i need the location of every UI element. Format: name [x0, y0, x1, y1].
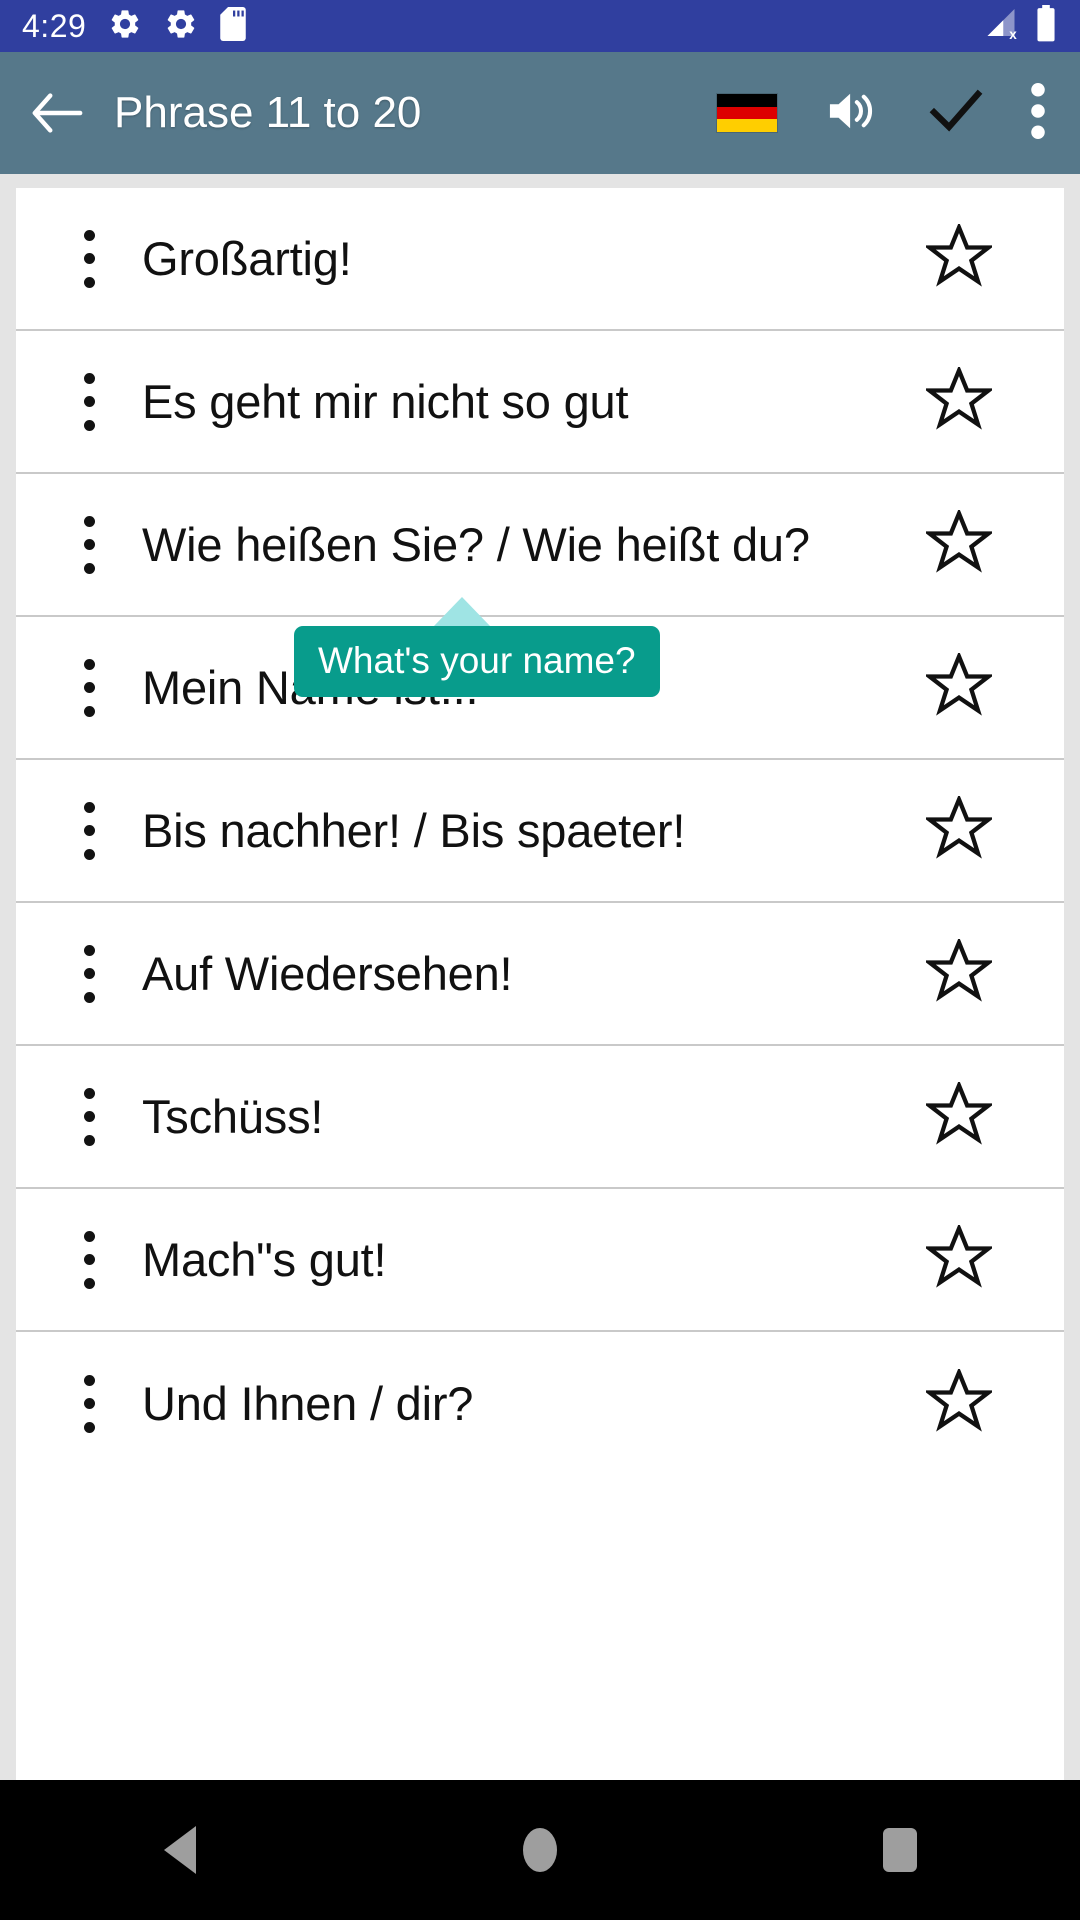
- speaker-icon[interactable]: [824, 86, 882, 141]
- kebab-dot: [83, 1111, 95, 1122]
- app-bar: Phrase 11 to 20: [0, 52, 1080, 174]
- phrase-row[interactable]: Es geht mir nicht so gut: [16, 331, 1064, 474]
- phrase-text: Es geht mir nicht so gut: [142, 375, 629, 428]
- back-button[interactable]: [26, 82, 88, 144]
- favorite-star-icon[interactable]: [923, 650, 995, 722]
- phrase-row[interactable]: Mach"s gut!: [16, 1189, 1064, 1332]
- favorite-star-icon[interactable]: [923, 1366, 995, 1438]
- status-bar-right: x: [982, 0, 1058, 52]
- phrase-row[interactable]: Und Ihnen / dir?: [16, 1332, 1064, 1475]
- favorite-star-icon[interactable]: [923, 221, 995, 293]
- favorite-star-icon[interactable]: [923, 936, 995, 1008]
- favorite-star-icon[interactable]: [923, 1222, 995, 1294]
- kebab-dot: [83, 276, 95, 288]
- phrase-row[interactable]: Bis nachher! / Bis spaeter!: [16, 760, 1064, 903]
- kebab-dot: [83, 1254, 95, 1265]
- gear-icon: [164, 7, 198, 46]
- kebab-dot: [83, 253, 95, 264]
- phrase-row[interactable]: Auf Wiedersehen!: [16, 903, 1064, 1046]
- nav-back-icon: [164, 1826, 196, 1874]
- favorite-star-icon[interactable]: [923, 1079, 995, 1151]
- phrase-text: Tschüss!: [142, 1090, 324, 1143]
- kebab-dot: [83, 372, 95, 384]
- kebab-dot: [83, 801, 95, 813]
- kebab-dot: [83, 1374, 95, 1386]
- row-overflow-menu-icon[interactable]: [72, 944, 106, 1003]
- kebab-dot: [83, 991, 95, 1003]
- phrase-list[interactable]: Großartig! Es geht mir nicht so gut Wie he…: [16, 188, 1064, 1780]
- kebab-dot: [83, 1087, 95, 1099]
- kebab-dot: [83, 1134, 95, 1146]
- kebab-dot: [83, 682, 95, 693]
- row-overflow-menu-icon[interactable]: [72, 801, 106, 860]
- row-overflow-menu-icon[interactable]: [72, 1374, 106, 1433]
- check-icon[interactable]: [928, 87, 984, 140]
- kebab-dot: [83, 944, 95, 956]
- kebab-dot: [83, 562, 95, 574]
- phrase-text: Mein Name ist...: [142, 661, 479, 714]
- phrase-text: Bis nachher! / Bis spaeter!: [142, 804, 686, 857]
- system-navigation-bar: [0, 1780, 1080, 1920]
- kebab-dot: [83, 1421, 95, 1433]
- phrase-text: Auf Wiedersehen!: [142, 947, 513, 1000]
- kebab-dot: [83, 968, 95, 979]
- nav-back-button[interactable]: [90, 1780, 270, 1920]
- nav-home-icon: [523, 1828, 557, 1872]
- kebab-dot: [83, 515, 95, 527]
- phrase-row[interactable]: Mein Name ist...: [16, 617, 1064, 760]
- overflow-menu-icon[interactable]: [1030, 82, 1046, 145]
- kebab-dot: [83, 1398, 95, 1409]
- row-overflow-menu-icon[interactable]: [72, 1230, 106, 1289]
- svg-text:x: x: [1009, 27, 1017, 42]
- page-title: Phrase 11 to 20: [114, 88, 422, 137]
- kebab-dot: [83, 419, 95, 431]
- phrase-text: Großartig!: [142, 232, 352, 285]
- sd-card-icon: [220, 6, 247, 46]
- kebab-dot: [83, 848, 95, 860]
- phrase-text: Mach"s gut!: [142, 1233, 387, 1286]
- battery-full-icon: [1034, 4, 1058, 48]
- kebab-dot: [83, 1277, 95, 1289]
- favorite-star-icon[interactable]: [923, 507, 995, 579]
- favorite-star-icon[interactable]: [923, 364, 995, 436]
- phrase-row[interactable]: Tschüss!: [16, 1046, 1064, 1189]
- nav-recents-button[interactable]: [810, 1780, 990, 1920]
- phrase-row[interactable]: Großartig!: [16, 188, 1064, 331]
- row-overflow-menu-icon[interactable]: [72, 515, 106, 574]
- signal-no-sim-icon: x: [982, 6, 1020, 47]
- gear-icon: [108, 7, 142, 46]
- nav-recents-icon: [883, 1828, 917, 1872]
- phrase-text: Wie heißen Sie? / Wie heißt du?: [142, 518, 810, 571]
- status-clock: 4:29: [22, 8, 87, 44]
- kebab-dot: [83, 658, 95, 670]
- app-bar-actions: [716, 82, 1054, 145]
- language-flag-germany-icon[interactable]: [716, 93, 778, 133]
- favorite-star-icon[interactable]: [923, 793, 995, 865]
- status-bar-left: 4:29: [22, 6, 247, 46]
- kebab-dot: [83, 396, 95, 407]
- kebab-dot: [83, 705, 95, 717]
- status-bar: 4:29 x: [0, 0, 1080, 52]
- row-overflow-menu-icon[interactable]: [72, 229, 106, 288]
- row-overflow-menu-icon[interactable]: [72, 658, 106, 717]
- kebab-dot: [83, 1230, 95, 1242]
- kebab-dot: [83, 229, 95, 241]
- row-overflow-menu-icon[interactable]: [72, 372, 106, 431]
- nav-home-button[interactable]: [450, 1780, 630, 1920]
- row-overflow-menu-icon[interactable]: [72, 1087, 106, 1146]
- phrase-text: Und Ihnen / dir?: [142, 1377, 474, 1430]
- phrase-row[interactable]: Wie heißen Sie? / Wie heißt du?: [16, 474, 1064, 617]
- kebab-dot: [83, 539, 95, 550]
- content-area: Großartig! Es geht mir nicht so gut Wie he…: [0, 174, 1080, 1780]
- kebab-dot: [83, 825, 95, 836]
